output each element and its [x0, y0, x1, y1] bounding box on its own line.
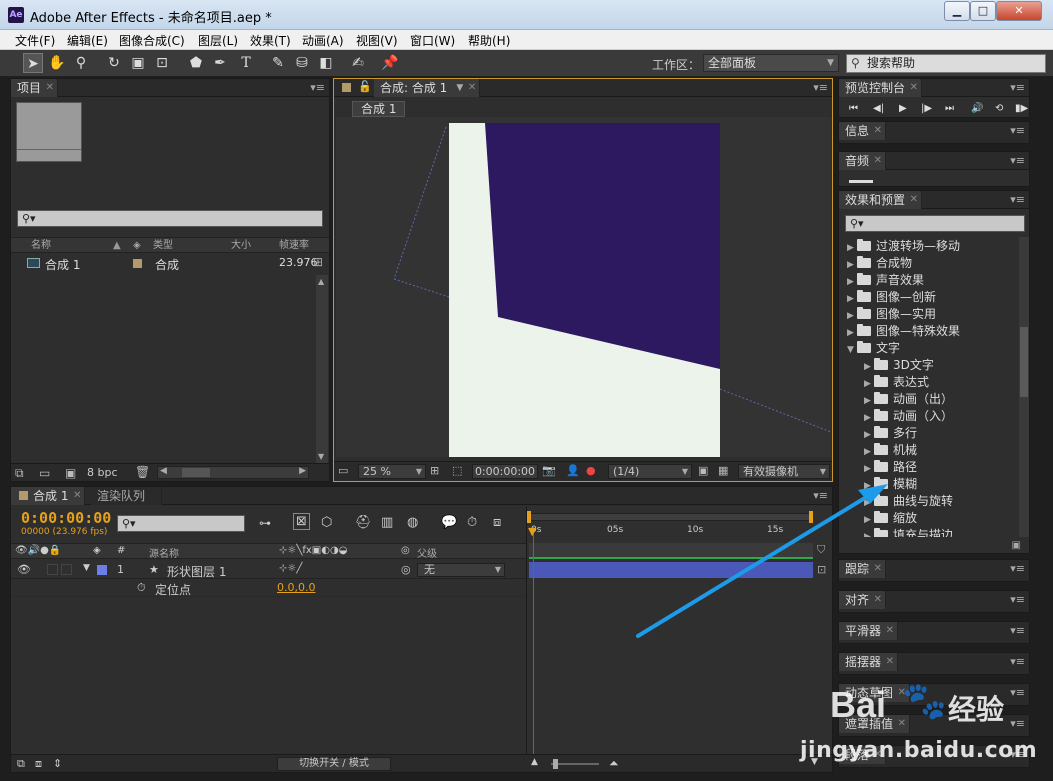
baidu-jingyan-watermark: Bai 🐾 经验 [830, 680, 1010, 730]
paw-icon: 🐾 [902, 681, 947, 722]
annotation-arrow-overlay [636, 484, 888, 638]
annotation-arrow-line [636, 488, 880, 638]
watermark-brand-cn: 经验 [948, 693, 1005, 726]
watermark-url: jingyan.baidu.com [800, 738, 1038, 763]
watermark-brand: Bai [830, 684, 887, 725]
